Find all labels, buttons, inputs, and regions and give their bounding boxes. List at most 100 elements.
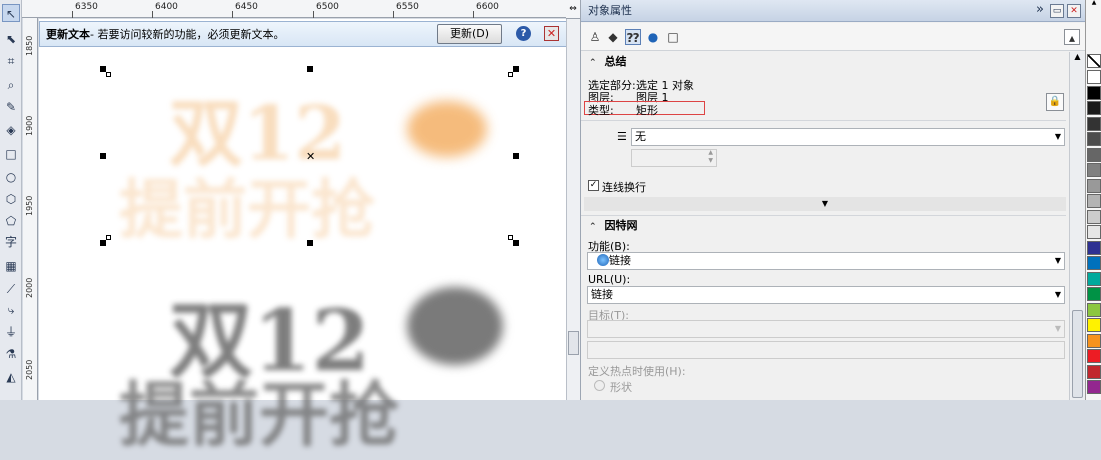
color-swatch[interactable]	[1087, 70, 1101, 84]
drawing-canvas[interactable]: 双12 提前开抢 双12 提前开抢 ✕	[39, 19, 567, 456]
ellipse-tool-icon[interactable]: ○	[2, 168, 20, 186]
hotspot-label: 定义热点时使用(H):	[588, 365, 686, 378]
shape-radio[interactable]	[594, 380, 605, 391]
selection-handle[interactable]	[508, 72, 513, 77]
color-swatch[interactable]	[1087, 116, 1101, 131]
frame-icon[interactable]: □	[665, 29, 681, 45]
shape-radio-label: 形状	[610, 381, 632, 394]
art-circle-grey	[407, 287, 503, 365]
minimize-icon[interactable]: ▭	[1050, 4, 1064, 18]
summary-icon[interactable]: ⁇	[625, 29, 641, 45]
basic-shapes-icon[interactable]: ⬠	[2, 212, 20, 230]
eyedropper-tool-icon[interactable]: ⚗	[2, 345, 20, 363]
toolbox: ↖ ⬉ ⌗ ⌕ ✎ ◈ □ ○ ⬡ ⬠ 字 ▦ ⟋ ⤷ ⏚ ⚗ ◭	[0, 0, 22, 400]
internet-section-header[interactable]: ⌃ 因特网	[581, 215, 1066, 235]
summary-section-header[interactable]: ⌃ 总结	[581, 52, 1066, 72]
selection-handle[interactable]	[307, 240, 313, 246]
spinner-arrows-icon: ▲ ▼	[708, 149, 713, 164]
canvas-scrollbar[interactable]	[566, 19, 580, 400]
scrollbar-thumb[interactable]	[1072, 310, 1083, 398]
color-swatch[interactable]	[1087, 318, 1101, 332]
ruler-origin-icon[interactable]: ⇔	[566, 0, 580, 19]
selection-handle[interactable]	[106, 72, 111, 77]
help-icon[interactable]: ?	[516, 26, 531, 41]
internet-globe-icon[interactable]: ●	[645, 29, 661, 45]
globe-icon	[597, 254, 609, 266]
update-button[interactable]: 更新(D)	[437, 24, 502, 44]
color-swatch[interactable]	[1087, 178, 1101, 193]
color-swatch[interactable]	[1087, 333, 1101, 348]
color-swatch[interactable]	[1087, 287, 1101, 301]
scroll-up-icon[interactable]: ▲	[1072, 52, 1083, 64]
url-label: URL(U):	[588, 273, 631, 286]
selection-handle[interactable]	[508, 235, 513, 240]
selection-handle[interactable]	[513, 66, 519, 72]
selection-handle[interactable]	[513, 153, 519, 159]
panel-toolbar: ♙ ◆ ⁇ ● □ ▴	[581, 23, 1086, 51]
url-dropdown[interactable]: 链接 ▼	[587, 286, 1065, 304]
smart-fill-icon[interactable]: ◈	[2, 121, 20, 139]
selection-handle[interactable]	[106, 235, 111, 240]
color-swatch[interactable]	[1087, 256, 1101, 270]
color-swatch[interactable]	[1087, 209, 1101, 224]
function-dropdown[interactable]: 链接 ▼	[587, 252, 1065, 270]
color-swatch[interactable]	[1087, 225, 1101, 239]
color-swatch[interactable]	[1087, 147, 1101, 162]
color-swatch[interactable]	[1087, 349, 1101, 363]
connector-tool-icon[interactable]: ⤷	[2, 301, 20, 319]
no-color-swatch[interactable]	[1087, 54, 1101, 68]
horizontal-ruler: 6350 6400 6450 6500 6550 6600	[22, 0, 578, 18]
ruler-tick: 1900	[25, 115, 34, 136]
panel-options-icon[interactable]: ▴	[1064, 29, 1080, 45]
collapse-chevron-icon: ⌃	[589, 222, 597, 232]
color-swatch[interactable]	[1087, 163, 1101, 177]
dimension-tool-icon[interactable]: ⟋	[2, 280, 20, 298]
art-text-bottom-sub: 提前开抢	[119, 373, 399, 456]
wrap-checkbox[interactable]: ✓	[588, 180, 599, 191]
color-swatch[interactable]	[1087, 240, 1101, 255]
color-swatch[interactable]	[1087, 380, 1101, 394]
wrap-dropdown[interactable]: 无 ▼	[631, 128, 1065, 146]
zoom-tool-icon[interactable]: ⌕	[2, 76, 20, 94]
close-icon[interactable]: ✕	[544, 26, 559, 41]
function-value: 链接	[609, 254, 631, 267]
close-panel-icon[interactable]: ✕	[1067, 4, 1081, 18]
ruler-tick: 6350	[75, 2, 98, 12]
fill-bucket-icon[interactable]: ◆	[605, 29, 621, 45]
color-swatch[interactable]	[1087, 132, 1101, 146]
color-palette: ▲	[1085, 0, 1101, 400]
freehand-tool-icon[interactable]: ✎	[2, 98, 20, 116]
color-swatch[interactable]	[1087, 364, 1101, 379]
shape-tool-icon[interactable]: ⬉	[2, 30, 20, 48]
color-swatch[interactable]	[1087, 271, 1101, 286]
chevron-down-icon: ▼	[1054, 132, 1061, 141]
rectangle-tool-icon[interactable]: □	[2, 145, 20, 163]
color-swatch[interactable]	[1087, 302, 1101, 317]
wrap-offset-spinner[interactable]: ▲ ▼	[631, 149, 717, 167]
color-swatch[interactable]	[1087, 85, 1101, 100]
table-tool-icon[interactable]: ▦	[2, 257, 20, 275]
color-swatch[interactable]	[1087, 194, 1101, 208]
summary-heading: 总结	[604, 55, 627, 68]
selection-handle[interactable]	[100, 153, 106, 159]
panel-scrollbar[interactable]: ▲	[1069, 52, 1085, 400]
lock-icon[interactable]: 🔒	[1046, 93, 1064, 111]
color-swatch[interactable]	[1087, 101, 1101, 115]
collapse-icon[interactable]: »	[1033, 3, 1047, 18]
scrollbar-thumb[interactable]	[568, 331, 579, 355]
crop-tool-icon[interactable]: ⌗	[2, 52, 20, 70]
selection-handle[interactable]	[100, 240, 106, 246]
outline-pen-icon[interactable]: ♙	[587, 29, 603, 45]
palette-arrow-icon[interactable]: ▲	[1087, 0, 1101, 6]
pick-tool-icon[interactable]: ↖	[2, 4, 20, 22]
expand-chevron-icon[interactable]: ▼	[584, 197, 1066, 211]
text-tool-icon[interactable]: 字	[2, 233, 20, 251]
fill-tool-icon[interactable]: ◭	[2, 368, 20, 386]
collapse-chevron-icon: ⌃	[589, 58, 597, 68]
selection-handle[interactable]	[513, 240, 519, 246]
ruler-tick: 1850	[25, 35, 34, 56]
effects-tool-icon[interactable]: ⏚	[2, 323, 20, 341]
selection-handle[interactable]	[307, 66, 313, 72]
ruler-tick: 6550	[396, 2, 419, 12]
polygon-tool-icon[interactable]: ⬡	[2, 190, 20, 208]
